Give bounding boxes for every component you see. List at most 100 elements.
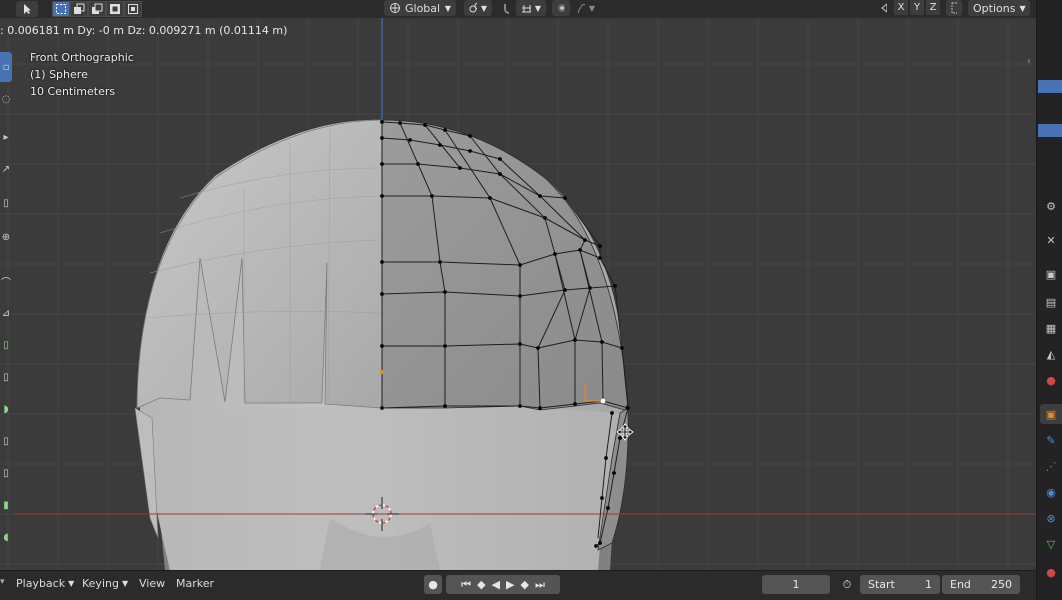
end-frame-field[interactable]: End 250 — [942, 575, 1020, 594]
merge-grid-icon — [951, 2, 957, 14]
tool-scale[interactable]: ▯ — [0, 194, 12, 212]
current-frame-field[interactable]: 1 — [762, 575, 830, 594]
pivot-point-dropdown[interactable]: ▼ — [464, 0, 492, 16]
view-menu[interactable]: View — [139, 577, 165, 590]
select-subtract-button[interactable] — [88, 1, 106, 17]
play-icon[interactable]: ▶ — [506, 578, 514, 591]
grid-scale-label: 10 Centimeters — [30, 85, 116, 98]
scale-icon: ▯ — [3, 197, 9, 209]
tool-bevel[interactable]: ◗ — [0, 400, 12, 418]
falloff-dropdown[interactable]: ▼ — [572, 0, 600, 16]
object-name-label: (1) Sphere — [30, 68, 88, 81]
tool-measure[interactable]: ⊿ — [0, 304, 12, 322]
jump-end-icon[interactable]: ⏭ — [535, 578, 545, 592]
chevron-down-icon: ▼ — [444, 3, 451, 13]
tab-tool[interactable]: ⚙ — [1040, 196, 1062, 216]
select-new-button[interactable] — [52, 1, 70, 17]
marker-menu[interactable]: Marker — [176, 577, 214, 590]
stopwatch-icon[interactable]: ⏱ — [838, 575, 856, 594]
tab-tool-settings[interactable]: ✕ — [1040, 230, 1062, 250]
transform-orientation-dropdown[interactable]: Global ▼ — [384, 0, 456, 16]
tool-transform[interactable]: ⊕ — [0, 228, 12, 246]
proportional-edit-toggle[interactable] — [552, 0, 570, 16]
world-globe-icon: ● — [1046, 373, 1056, 387]
tab-object[interactable]: ▣ — [1040, 404, 1062, 424]
snap-toggle[interactable] — [498, 0, 514, 16]
measure-icon: ⊿ — [1, 307, 11, 319]
auto-merge-toggle[interactable] — [946, 0, 962, 16]
timeline-header: ▾ Playback ▼ Keying ▼ View Marker ● ⏮ ◆ … — [0, 570, 1036, 600]
tool-poly-build[interactable]: ▮ — [0, 496, 12, 514]
tab-material[interactable]: ● — [1040, 562, 1062, 582]
mirror-x-button[interactable]: X — [894, 0, 908, 15]
select-invert-icon — [110, 4, 120, 14]
keying-menu[interactable]: Keying ▼ — [82, 577, 128, 590]
mirror-y-button[interactable]: Y — [910, 0, 924, 15]
record-dot-icon: ● — [428, 578, 438, 591]
playback-menu[interactable]: Playback ▼ — [16, 577, 74, 590]
play-reverse-icon[interactable]: ◀ — [492, 578, 500, 591]
tab-view-layer[interactable]: ▦ — [1040, 318, 1062, 338]
pivot-link-icon — [469, 2, 477, 13]
select-intersect-icon — [128, 4, 138, 14]
start-frame-field[interactable]: Start 1 — [860, 575, 940, 594]
options-label: Options — [973, 1, 1016, 15]
printer-icon: ▤ — [1045, 295, 1057, 309]
sidebar-toggle-icon[interactable]: ‹ — [1027, 56, 1031, 67]
tab-data[interactable]: ▽ — [1040, 534, 1062, 554]
select-intersect-button[interactable] — [124, 1, 142, 17]
prev-keyframe-icon[interactable]: ◆ — [477, 578, 485, 591]
toolbox-icon: ⚙ — [1046, 199, 1056, 213]
tab-physics[interactable]: ◉ — [1040, 482, 1062, 502]
tool-annotate[interactable]: ⌒ — [0, 272, 12, 290]
tool-move[interactable]: ▸ — [0, 128, 12, 146]
particles-icon: ⋰ — [1045, 459, 1057, 473]
mirror-z-button[interactable]: Z — [926, 0, 940, 15]
start-label: Start — [868, 578, 895, 591]
tool-knife[interactable]: ▯ — [0, 464, 12, 482]
tab-world[interactable]: ● — [1040, 370, 1062, 390]
image-stack-icon: ▦ — [1045, 321, 1057, 335]
tool-loop-cut[interactable]: ▯ — [0, 432, 12, 450]
wrench-screwdriver-icon: ✕ — [1046, 233, 1056, 247]
wrench-icon: ✎ — [1046, 433, 1056, 447]
chevron-down-icon: ▼ — [480, 3, 487, 13]
tool-spin[interactable]: ◖ — [0, 528, 12, 546]
tab-constraints[interactable]: ⊗ — [1040, 508, 1062, 528]
tab-render[interactable]: ▣ — [1040, 264, 1062, 284]
material-sphere-icon: ● — [1046, 565, 1056, 579]
mesh-scene[interactable] — [0, 18, 1036, 570]
select-tool-button[interactable] — [16, 1, 38, 17]
tab-scene[interactable]: ◭ — [1040, 344, 1062, 364]
snap-increment-icon — [522, 5, 531, 13]
next-keyframe-icon[interactable]: ◆ — [520, 578, 528, 591]
tool-inset[interactable]: ▯ — [0, 368, 12, 386]
tool-extrude[interactable]: ▯ — [0, 336, 12, 354]
poly-build-icon: ▮ — [3, 499, 9, 511]
jump-start-icon[interactable]: ⏮ — [461, 578, 471, 592]
select-extend-button[interactable] — [70, 1, 88, 17]
options-dropdown[interactable]: Options ▼ — [968, 0, 1030, 16]
keying-label: Keying — [82, 577, 119, 590]
tab-modifiers[interactable]: ✎ — [1040, 430, 1062, 450]
3d-viewport[interactable]: Front Orthographic (1) Sphere 10 Centime… — [0, 18, 1036, 570]
editor-type-icon[interactable]: ▾ — [0, 577, 8, 591]
tool-rotate[interactable]: ↗ — [0, 160, 12, 178]
tab-particles[interactable]: ⋰ — [1040, 456, 1062, 476]
spin-icon: ◖ — [3, 531, 9, 543]
record-button[interactable]: ● — [424, 575, 442, 594]
camera-back-icon: ▣ — [1045, 267, 1057, 281]
orientation-globe-icon — [390, 3, 400, 13]
tab-output[interactable]: ▤ — [1040, 292, 1062, 312]
bevel-icon: ◗ — [3, 403, 9, 415]
tool-select-box[interactable]: ▫ — [0, 52, 12, 82]
hair-left — [136, 119, 383, 409]
selected-vertex — [600, 398, 606, 404]
mirror-toggle[interactable] — [876, 0, 892, 16]
outliner-selection-highlight — [1038, 80, 1062, 93]
snap-target-dropdown[interactable]: ▼ — [516, 0, 546, 16]
viewport-header: Global ▼ ▼ ▼ ▼ X Y Z Options ▼ — [0, 0, 1036, 18]
select-extend-icon — [74, 3, 85, 14]
select-invert-button[interactable] — [106, 1, 124, 17]
tool-cursor[interactable]: ◌ — [0, 90, 12, 108]
